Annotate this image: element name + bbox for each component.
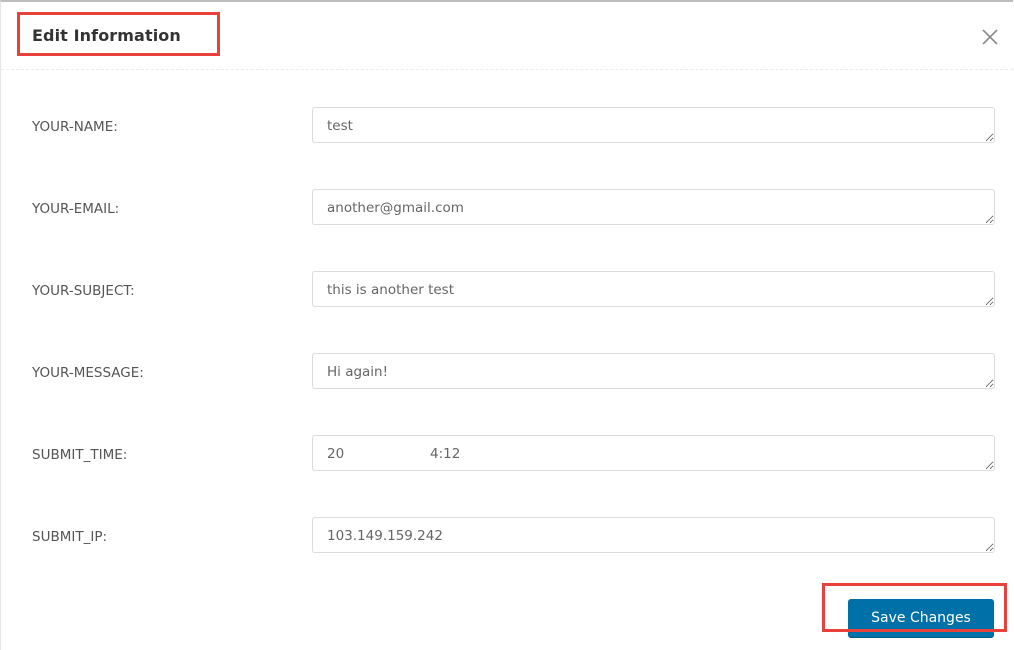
submit-ip-label: SUBMIT_IP: xyxy=(32,529,108,545)
close-x-icon xyxy=(982,29,998,45)
your-message-field[interactable]: Hi again! xyxy=(312,353,995,389)
your-subject-label: YOUR-SUBJECT: xyxy=(32,283,135,299)
form-row-your-name: YOUR-NAME: test xyxy=(1,107,1014,147)
form-row-your-subject: YOUR-SUBJECT: this is another test xyxy=(1,271,1014,311)
form-row-your-email: YOUR-EMAIL: another@gmail.com xyxy=(1,189,1014,229)
your-email-label: YOUR-EMAIL: xyxy=(32,201,120,217)
title-highlight-box xyxy=(17,12,220,56)
form-row-submit-time: SUBMIT_TIME: 20 4:12 xyxy=(1,435,1014,475)
form-row-submit-ip: SUBMIT_IP: 103.149.159.242 xyxy=(1,517,1014,557)
submit-ip-field[interactable]: 103.149.159.242 xyxy=(312,517,995,553)
your-email-field[interactable]: another@gmail.com xyxy=(312,189,995,225)
form-row-your-message: YOUR-MESSAGE: Hi again! xyxy=(1,353,1014,393)
save-changes-button[interactable]: Save Changes xyxy=(848,599,994,637)
submit-time-field[interactable]: 20 4:12 xyxy=(312,435,995,471)
your-message-label: YOUR-MESSAGE: xyxy=(32,365,144,381)
your-subject-field[interactable]: this is another test xyxy=(312,271,995,307)
modal-header: Edit Information xyxy=(1,2,1013,70)
edit-information-modal: Edit Information YOUR-NAME: test YOUR-EM… xyxy=(0,0,1013,650)
your-name-label: YOUR-NAME: xyxy=(32,119,118,135)
your-name-field[interactable]: test xyxy=(312,107,995,143)
submit-time-label: SUBMIT_TIME: xyxy=(32,447,128,463)
close-button[interactable] xyxy=(979,26,1001,48)
